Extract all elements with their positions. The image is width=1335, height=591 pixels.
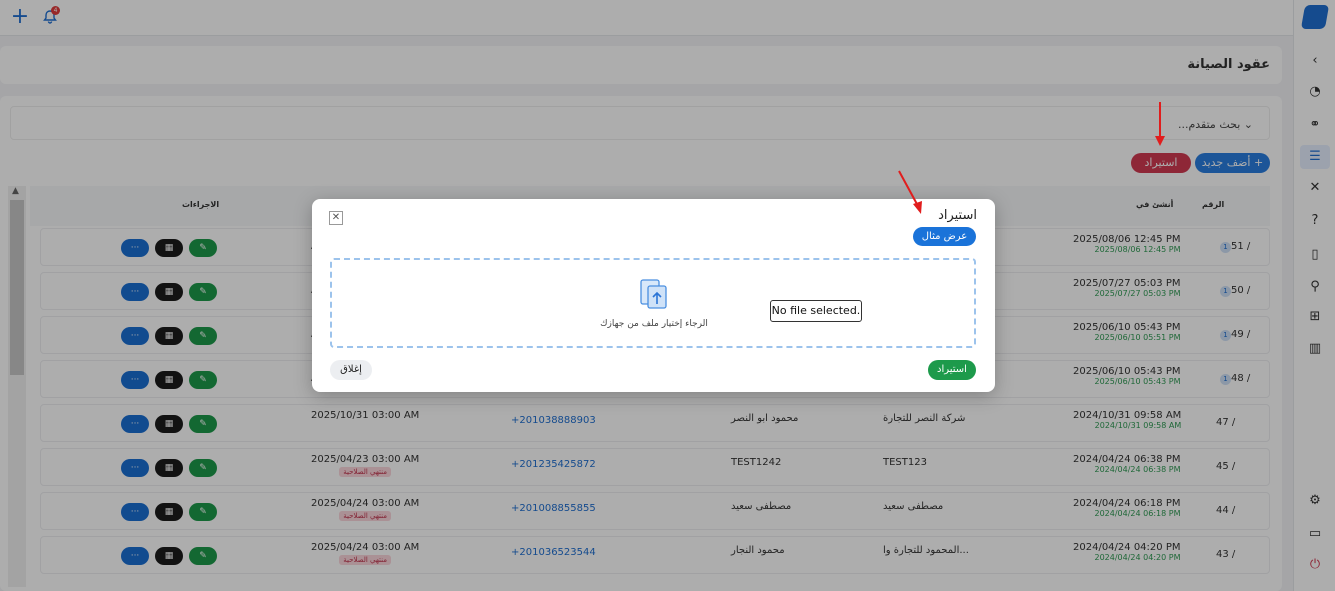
file-dropzone[interactable]: No file selected. الرجاء إختيار ملف من ج… [330, 258, 976, 348]
submit-import-button[interactable]: استيراد [928, 360, 976, 380]
upload-file-icon [640, 279, 667, 309]
annotation-arrow-icon [898, 170, 922, 214]
dropzone-hint: الرجاء إختيار ملف من جهازك [600, 319, 708, 329]
import-modal: استيراد ✕ عرض مثال No file selected. الر… [312, 199, 995, 392]
file-input[interactable]: No file selected. [770, 300, 862, 322]
cancel-button[interactable]: إغلاق [330, 360, 372, 380]
annotation-arrow-icon [1155, 102, 1165, 146]
modal-title: استيراد [938, 208, 977, 223]
close-icon[interactable]: ✕ [329, 211, 343, 225]
show-example-button[interactable]: عرض مثال [913, 227, 976, 246]
